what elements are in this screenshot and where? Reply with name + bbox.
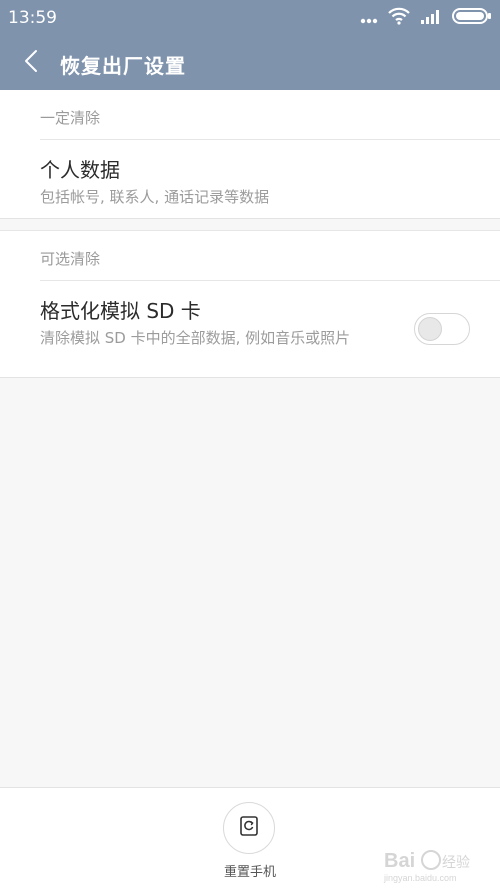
svg-text:jingyan.baidu.com: jingyan.baidu.com (383, 873, 457, 883)
section-must-clear: 一定清除 个人数据 包括帐号, 联系人, 通话记录等数据 (0, 90, 500, 219)
battery-icon (452, 8, 492, 28)
section-optional-clear: 可选清除 格式化模拟 SD 卡 清除模拟 SD 卡中的全部数据, 例如音乐或照片 (0, 230, 500, 378)
section-label: 可选清除 (40, 250, 101, 268)
back-button[interactable] (14, 48, 48, 78)
reset-phone-icon (238, 815, 260, 841)
page-title: 恢复出厂设置 (60, 54, 186, 78)
app-header: 13:59 恢复出厂设置 (0, 0, 500, 90)
personal-data-subtitle: 包括帐号, 联系人, 通话记录等数据 (40, 188, 270, 206)
divider (40, 280, 500, 281)
baidu-watermark: Bai 经验 jingyan.baidu.com (382, 843, 492, 885)
status-time: 13:59 (8, 8, 57, 28)
signal-icon (420, 8, 442, 28)
personal-data-title: 个人数据 (40, 158, 120, 182)
toggle-knob (418, 317, 442, 341)
format-sd-subtitle: 清除模拟 SD 卡中的全部数据, 例如音乐或照片 (40, 329, 351, 347)
section-label: 一定清除 (40, 109, 101, 127)
format-sd-toggle[interactable] (414, 313, 470, 345)
wifi-icon (388, 7, 410, 29)
svg-text:Bai: Bai (384, 850, 415, 872)
reset-phone-button[interactable] (223, 802, 275, 854)
svg-text:经验: 经验 (442, 854, 470, 870)
divider (40, 139, 500, 140)
status-bar: 13:59 (0, 0, 500, 36)
more-dots-icon (360, 9, 378, 28)
status-icons (360, 6, 492, 30)
title-bar: 恢复出厂设置 (0, 38, 500, 90)
format-sd-title: 格式化模拟 SD 卡 (40, 299, 201, 323)
chevron-left-icon (24, 49, 38, 77)
